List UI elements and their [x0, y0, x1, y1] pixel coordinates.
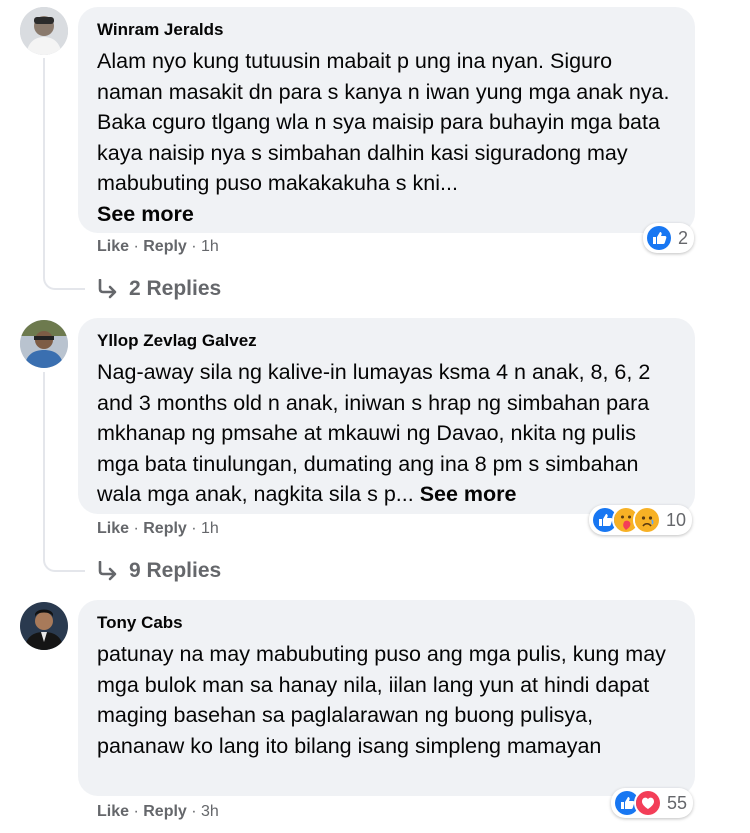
comment-timestamp[interactable]: 3h [201, 803, 219, 820]
reaction-count: 10 [666, 510, 687, 530]
avatar[interactable] [20, 602, 68, 650]
avatar[interactable] [20, 7, 68, 55]
thread-elbow [43, 554, 85, 572]
avatar[interactable] [20, 320, 68, 368]
avatar-image [20, 7, 68, 55]
view-replies-link[interactable]: 2 Replies [97, 275, 221, 303]
comment-author[interactable]: Tony Cabs [97, 612, 675, 634]
like-icon [645, 224, 673, 252]
comment-bubble: Yllop Zevlag Galvez Nag-away sila ng kal… [78, 318, 695, 514]
comment-timestamp[interactable]: 1h [201, 520, 219, 537]
view-replies-link[interactable]: 9 Replies [97, 557, 221, 585]
thread-elbow [43, 272, 85, 290]
comment-author[interactable]: Yllop Zevlag Galvez [97, 330, 675, 352]
see-more-link[interactable]: See more [420, 482, 517, 506]
sad-icon [633, 506, 661, 534]
like-button[interactable]: Like [97, 238, 129, 255]
reaction-summary[interactable]: 55 [611, 788, 694, 818]
avatar-image [20, 320, 68, 368]
comment-author[interactable]: Winram Jeralds [97, 19, 675, 41]
comment-body: Alam nyo kung tutuusin mabait p ung ina … [97, 49, 670, 195]
comment-text: Nag-away sila ng kalive-in lumayas ksma … [97, 357, 675, 510]
comment-actions: Like · Reply · 1h [97, 520, 219, 537]
reaction-summary[interactable]: 10 [589, 505, 693, 535]
comment-bubble: Winram Jeralds Alam nyo kung tutuusin ma… [78, 7, 695, 233]
comment-body: Nag-away sila ng kalive-in lumayas ksma … [97, 360, 651, 506]
reaction-count: 55 [667, 793, 688, 813]
thread-line [43, 372, 45, 555]
love-icon [634, 789, 662, 817]
comment-bubble: Tony Cabs patunay na may mabubuting puso… [78, 600, 695, 796]
comment-actions: Like · Reply · 3h [97, 803, 219, 820]
comment-body: patunay na may mabubuting puso ang mga p… [97, 642, 666, 758]
reply-button[interactable]: Reply [143, 238, 187, 255]
thread-line [43, 58, 45, 272]
replies-count-label: 2 Replies [129, 277, 222, 300]
see-more-link[interactable]: See more [97, 202, 194, 226]
comment-text: patunay na may mabubuting puso ang mga p… [97, 639, 675, 761]
comment-text: Alam nyo kung tutuusin mabait p ung ina … [97, 46, 675, 229]
reaction-count: 2 [678, 228, 689, 248]
avatar-image [20, 602, 68, 650]
reply-button[interactable]: Reply [143, 803, 187, 820]
replies-count-label: 9 Replies [129, 559, 222, 582]
reply-arrow-icon [98, 561, 117, 581]
like-button[interactable]: Like [97, 520, 129, 537]
comment-timestamp[interactable]: 1h [201, 238, 219, 255]
reply-button[interactable]: Reply [143, 520, 187, 537]
reaction-summary[interactable]: 2 [643, 223, 695, 253]
like-button[interactable]: Like [97, 803, 129, 820]
comment-actions: Like · Reply · 1h [97, 238, 219, 255]
reply-arrow-icon [98, 279, 117, 299]
